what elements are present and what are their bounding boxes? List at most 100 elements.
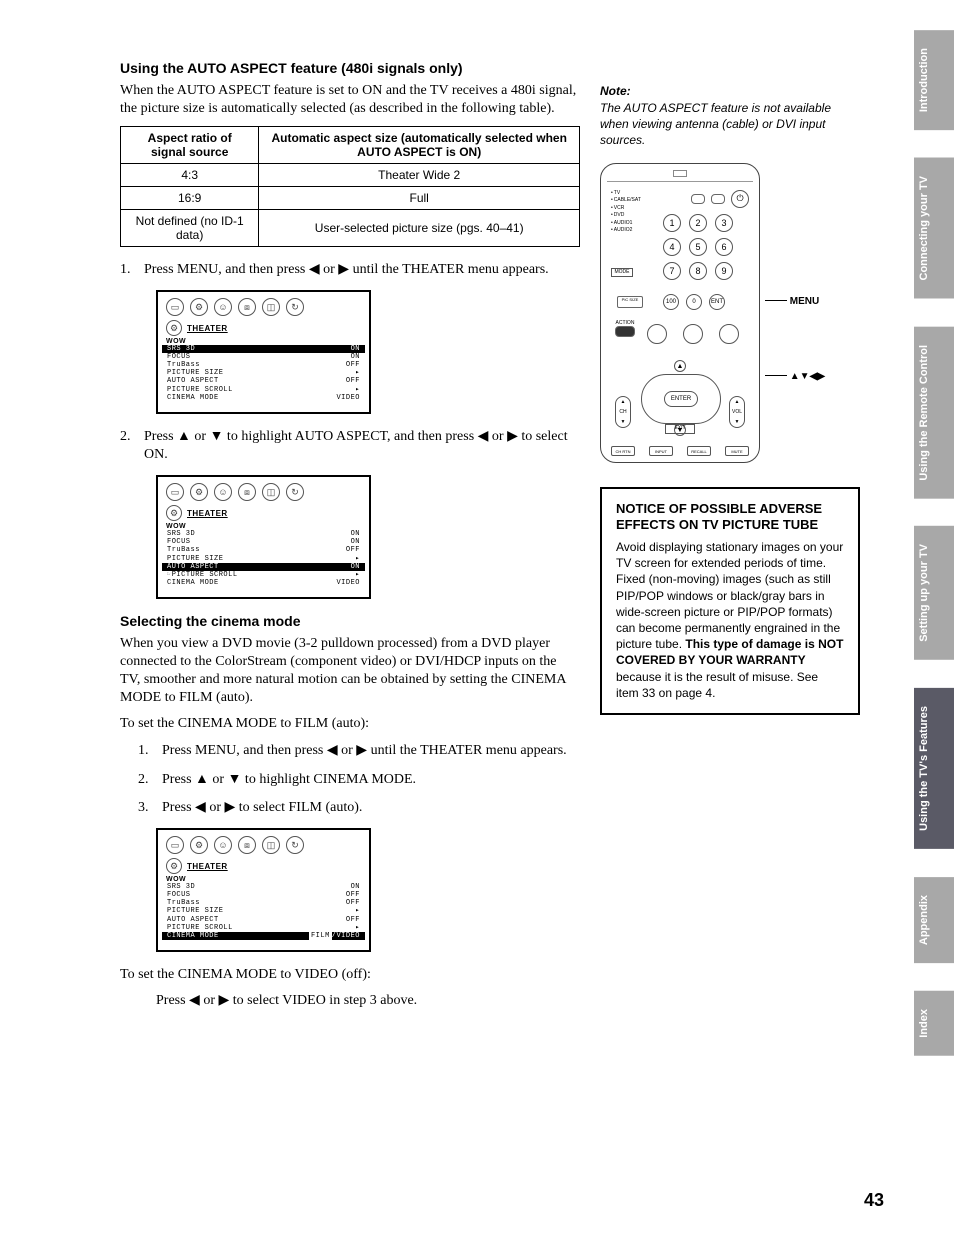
osd-screenshot-2: ▭ ⚙ ☺ ⧈ ◫ ↻ ⚙THEATER WOW SRS 3DON FOCUSO… bbox=[156, 475, 371, 598]
step-text: Press ▲ or ▼ to highlight CINEMA MODE. bbox=[162, 771, 580, 790]
page-number: 43 bbox=[864, 1190, 884, 1211]
section-tabs: Introduction Connecting your TV Using th… bbox=[914, 30, 954, 1056]
arrow-right-icon: ▸ bbox=[355, 924, 360, 932]
osd-item: PICTURE SIZE bbox=[167, 555, 223, 563]
section1-intro: When the AUTO ASPECT feature is set to O… bbox=[120, 82, 580, 118]
osd-tab-icon: ☺ bbox=[214, 483, 232, 501]
osd-value: OFF bbox=[346, 891, 360, 899]
tab-setting: Setting up your TV bbox=[914, 526, 954, 660]
key-100: 100 bbox=[663, 294, 679, 310]
key-7: 7 bbox=[663, 262, 681, 280]
key-ent: ENT bbox=[709, 294, 725, 310]
osd-tab-icon: ☺ bbox=[214, 836, 232, 854]
info-button bbox=[683, 324, 703, 344]
mode-button: MODE bbox=[611, 268, 633, 277]
osd-value: VIDEO bbox=[336, 394, 360, 402]
note-heading: Note: bbox=[600, 84, 860, 98]
device-label: AUDIO2 bbox=[611, 227, 641, 235]
osd-value: ON bbox=[351, 353, 360, 361]
osd-item: FOCUS bbox=[167, 538, 191, 546]
osd-item: PICTURE SCROLL bbox=[167, 924, 233, 932]
osd-title: THEATER bbox=[187, 862, 228, 871]
up-arrow-icon: ▲ bbox=[674, 360, 686, 372]
osd-item: AUTO ASPECT bbox=[167, 377, 219, 385]
callout-menu: MENU bbox=[765, 296, 819, 307]
osd-item: AUTO ASPECT bbox=[167, 916, 219, 924]
theater-icon: ⚙ bbox=[166, 858, 182, 874]
tab-introduction: Introduction bbox=[914, 30, 954, 130]
warranty-notice: NOTICE OF POSSIBLE ADVERSE EFFECTS ON TV… bbox=[600, 487, 860, 715]
key-2: 2 bbox=[689, 214, 707, 232]
section2-p2: To set the CINEMA MODE to FILM (auto): bbox=[120, 715, 580, 733]
osd-tab-icon: ⧈ bbox=[238, 483, 256, 501]
step-2: 2.Press ▲ or ▼ to highlight AUTO ASPECT,… bbox=[120, 428, 580, 466]
key-1: 1 bbox=[663, 214, 681, 232]
tab-connecting: Connecting your TV bbox=[914, 158, 954, 299]
section2-p3: To set the CINEMA MODE to VIDEO (off): bbox=[120, 966, 580, 984]
osd-item: PICTURE SIZE bbox=[167, 369, 223, 377]
callout-arrows-label: ▲▼◀▶ bbox=[790, 371, 825, 382]
key-5: 5 bbox=[689, 238, 707, 256]
tab-remote: Using the Remote Control bbox=[914, 327, 954, 499]
osd-tab-icon: ▭ bbox=[166, 836, 184, 854]
osd-tab-icon: ☺ bbox=[214, 298, 232, 316]
osd-item: SRS 3D bbox=[167, 883, 195, 891]
osd-tab-icon: ◫ bbox=[262, 836, 280, 854]
favorite-button bbox=[719, 324, 739, 344]
table-cell: Not defined (no ID-1 data) bbox=[121, 210, 259, 247]
arrow-right-icon: ▸ bbox=[355, 555, 360, 563]
device-label: AUDIO1 bbox=[611, 220, 641, 228]
section1-heading: Using the AUTO ASPECT feature (480i sign… bbox=[120, 60, 580, 76]
table-header-2: Automatic aspect size (automatically sel… bbox=[259, 127, 580, 164]
osd-item: PICTURE SCROLL bbox=[167, 386, 233, 394]
osd-value: OFF bbox=[346, 546, 360, 554]
osd-item: CINEMA MODE bbox=[167, 579, 219, 587]
notice-heading: NOTICE OF POSSIBLE ADVERSE EFFECTS ON TV… bbox=[616, 501, 844, 534]
table-cell: 4:3 bbox=[121, 164, 259, 187]
step-number: 2. bbox=[138, 771, 162, 790]
device-label: VCR bbox=[611, 205, 641, 213]
table-cell: Full bbox=[259, 187, 580, 210]
osd-value: ON bbox=[351, 345, 360, 353]
vol-rocker: ▲VOL▼ bbox=[729, 396, 745, 428]
sleep-button bbox=[711, 194, 725, 204]
osd-subtitle: WOW bbox=[166, 876, 361, 883]
osd-tab-icon: ⚙ bbox=[190, 483, 208, 501]
osd-value: OFF bbox=[346, 377, 360, 385]
osd-item: CINEMA MODE bbox=[167, 932, 219, 940]
osd-item: SRS 3D bbox=[167, 530, 195, 538]
osd-subtitle: WOW bbox=[166, 523, 361, 530]
theater-icon: ⚙ bbox=[166, 505, 182, 521]
power-button: ⏻ bbox=[731, 190, 749, 208]
notice-text-2: because it is the result of misuse. See … bbox=[616, 670, 818, 700]
tab-features: Using the TV's Features bbox=[914, 688, 954, 849]
section2-p1: When you view a DVD movie (3-2 pulldown … bbox=[120, 635, 580, 708]
osd-item: FOCUS bbox=[167, 353, 191, 361]
tab-appendix: Appendix bbox=[914, 877, 954, 963]
light-button bbox=[691, 194, 705, 204]
action-label: ACTION bbox=[615, 320, 635, 326]
osd-value: ON bbox=[351, 538, 360, 546]
table-cell: Theater Wide 2 bbox=[259, 164, 580, 187]
osd-item: PICTURE SIZE bbox=[167, 907, 223, 915]
table-header-1: Aspect ratio of signal source bbox=[121, 127, 259, 164]
note-text: The AUTO ASPECT feature is not available… bbox=[600, 100, 860, 149]
osd-value: VIDEO bbox=[336, 579, 360, 587]
arrow-right-icon: ▸ bbox=[355, 369, 360, 377]
osd-item: TruBass bbox=[167, 899, 200, 907]
arrow-right-icon: ▸ bbox=[355, 571, 360, 579]
key-0: 0 bbox=[686, 294, 702, 310]
device-label: DVD bbox=[611, 212, 641, 220]
step-text: Press MENU, and then press ◀ or ▶ until … bbox=[162, 742, 580, 761]
cinema-step-3: 3.Press ◀ or ▶ to select FILM (auto). bbox=[138, 799, 580, 818]
device-label: TV bbox=[611, 190, 641, 198]
arrow-right-icon: ▸ bbox=[355, 386, 360, 394]
osd-tab-icon: ◫ bbox=[262, 483, 280, 501]
tab-index: Index bbox=[914, 991, 954, 1056]
osd-tab-icon: ⧈ bbox=[238, 836, 256, 854]
osd-tab-icon: ◫ bbox=[262, 298, 280, 316]
cinema-step-2: 2.Press ▲ or ▼ to highlight CINEMA MODE. bbox=[138, 771, 580, 790]
osd-item: FOCUS bbox=[167, 891, 191, 899]
input-button: INPUT bbox=[649, 446, 673, 456]
recall-button: RECALL bbox=[687, 446, 711, 456]
